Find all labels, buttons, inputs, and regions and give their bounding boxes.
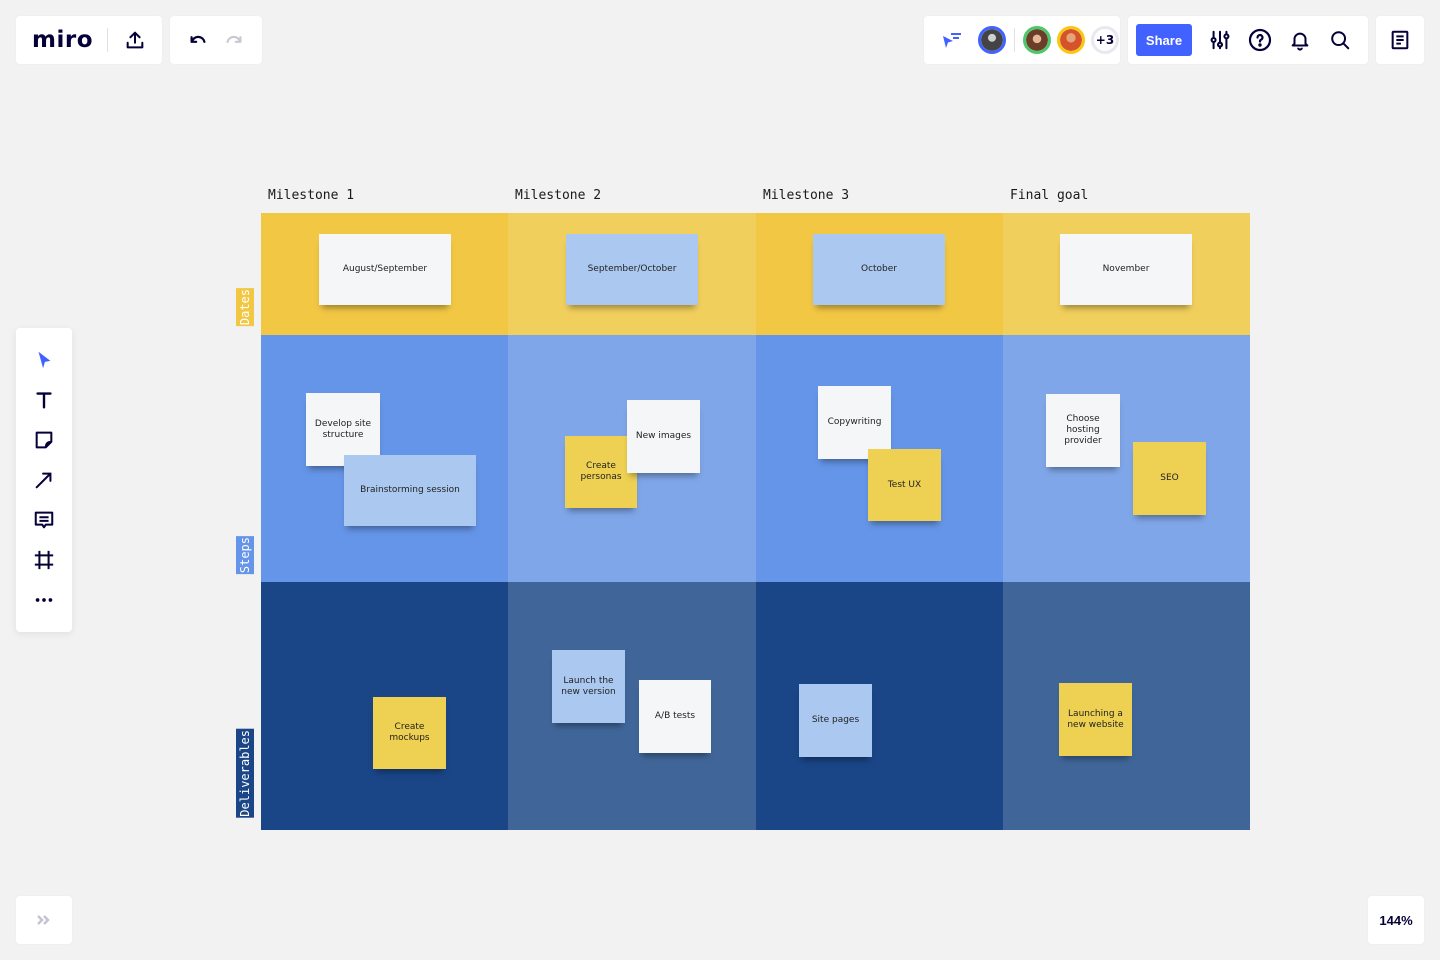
- sticky-note-icon: [35, 431, 53, 449]
- row-label-deliverables: Deliverables: [236, 729, 254, 818]
- sticky-note[interactable]: Launching a new website: [1059, 683, 1132, 756]
- tool-select[interactable]: [28, 344, 60, 376]
- more-collaborators-badge[interactable]: +3: [1091, 26, 1119, 54]
- miro-logo[interactable]: miro: [32, 27, 93, 53]
- redo-icon: [226, 35, 242, 43]
- upload-button[interactable]: [119, 24, 151, 56]
- cell-deliverables-milestone-2: [508, 582, 756, 830]
- notes-icon: [1391, 30, 1409, 50]
- frame-icon: [34, 550, 54, 570]
- redo-button[interactable]: [218, 24, 250, 56]
- row-label-dates: Dates: [236, 288, 254, 327]
- notes-panel: [1376, 16, 1424, 64]
- top-left-panel: miro: [16, 16, 162, 64]
- sticky-note[interactable]: November: [1060, 234, 1192, 305]
- upload-icon: [126, 31, 144, 49]
- avatar-collaborator-2[interactable]: [1023, 26, 1051, 54]
- bring-everyone-button[interactable]: [936, 24, 968, 56]
- bell-icon: [1291, 32, 1309, 51]
- search-button[interactable]: [1324, 24, 1356, 56]
- sticky-note[interactable]: September/October: [566, 234, 698, 305]
- zoom-level-button[interactable]: 144%: [1368, 896, 1424, 944]
- top-tools-panel: Share: [1128, 16, 1368, 64]
- column-header-milestone-3: Milestone 3: [763, 188, 850, 203]
- undo-button[interactable]: [182, 24, 214, 56]
- sticky-note[interactable]: Brainstorming session: [344, 455, 476, 526]
- search-icon: [1331, 31, 1350, 50]
- column-header-final-goal: Final goal: [1010, 188, 1089, 203]
- share-button[interactable]: Share: [1136, 24, 1192, 56]
- sticky-note[interactable]: Test UX: [868, 449, 941, 521]
- sticky-note[interactable]: Create mockups: [373, 697, 446, 769]
- avatar-collaborator-1[interactable]: [978, 26, 1006, 54]
- tool-sticky-note[interactable]: [28, 424, 60, 456]
- tool-frame[interactable]: [28, 544, 60, 576]
- notes-button[interactable]: [1384, 24, 1416, 56]
- help-button[interactable]: [1244, 24, 1276, 56]
- expand-panel-button[interactable]: [16, 896, 72, 944]
- tool-comment[interactable]: [28, 504, 60, 536]
- sticky-note[interactable]: SEO: [1133, 442, 1206, 515]
- avatar-collaborator-3[interactable]: [1057, 26, 1085, 54]
- cell-steps-final-goal: [1003, 335, 1250, 582]
- help-icon: [1248, 28, 1272, 52]
- sticky-note[interactable]: Choose hosting provider: [1046, 394, 1120, 467]
- sticky-note[interactable]: Site pages: [799, 684, 872, 757]
- divider: [107, 28, 108, 52]
- undo-redo-panel: [170, 16, 262, 64]
- arrow-icon: [35, 472, 52, 489]
- sticky-note[interactable]: Launch the new version: [552, 650, 625, 723]
- settings-sliders-icon: [1210, 30, 1230, 50]
- comment-icon: [34, 511, 54, 529]
- sticky-note[interactable]: A/B tests: [639, 680, 711, 753]
- sticky-note[interactable]: August/September: [319, 234, 451, 305]
- cursor-filter-icon: [943, 33, 961, 48]
- double-chevron-right-icon: [37, 915, 50, 925]
- cursor-icon: [38, 351, 51, 369]
- creation-toolbar: [16, 328, 72, 632]
- divider: [1014, 28, 1015, 52]
- column-header-milestone-2: Milestone 2: [515, 188, 602, 203]
- column-header-milestone-1: Milestone 1: [268, 188, 355, 203]
- settings-button[interactable]: [1204, 24, 1236, 56]
- cell-deliverables-milestone-3: [756, 582, 1003, 830]
- text-icon: [36, 392, 52, 409]
- tool-more[interactable]: [28, 584, 60, 616]
- more-icon: [35, 598, 53, 602]
- row-label-steps: Steps: [236, 536, 254, 575]
- tool-text[interactable]: [28, 384, 60, 416]
- tool-arrow[interactable]: [28, 464, 60, 496]
- sticky-note[interactable]: October: [813, 234, 945, 305]
- sticky-note[interactable]: New images: [627, 400, 700, 473]
- undo-icon: [190, 35, 206, 43]
- collaborators-panel: +3: [924, 16, 1120, 64]
- notifications-button[interactable]: [1284, 24, 1316, 56]
